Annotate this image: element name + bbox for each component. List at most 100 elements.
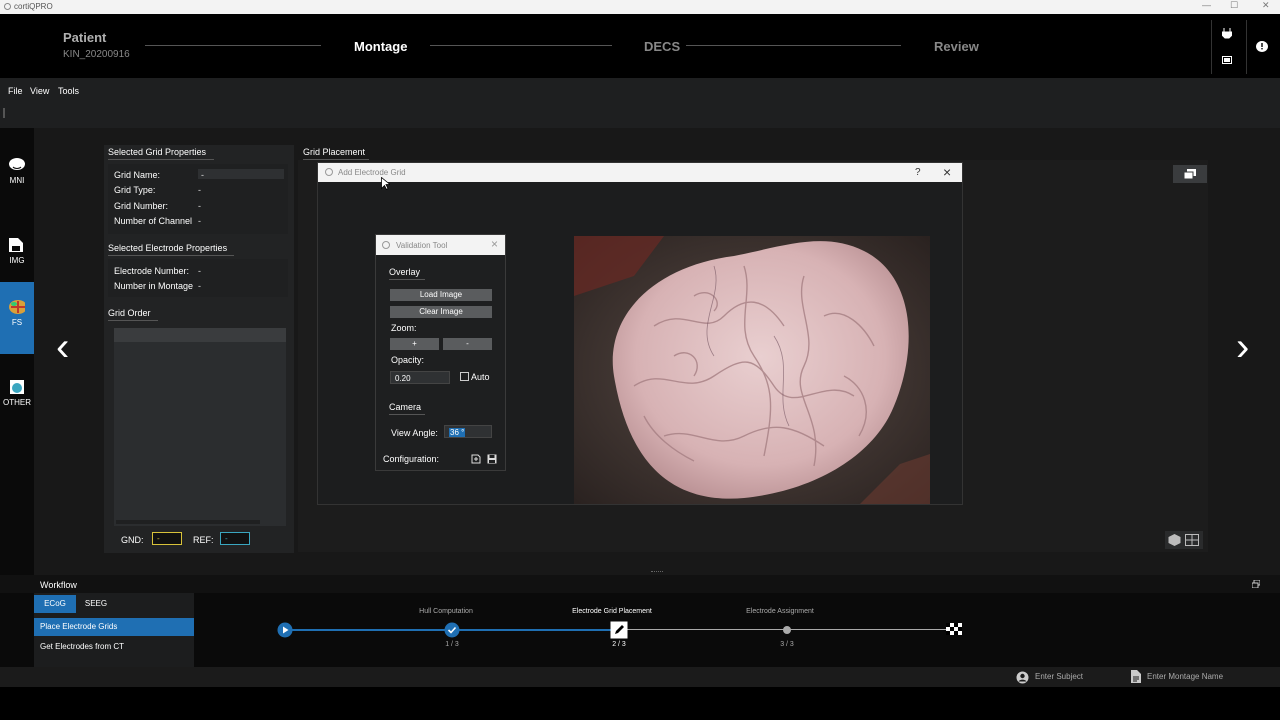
pending-dot-icon[interactable] [782, 625, 792, 635]
dialog-titlebar[interactable]: Add Electrode Grid ? × [318, 163, 962, 182]
grid-order-scrollbar[interactable] [116, 520, 260, 524]
brain-icon [9, 158, 25, 170]
montage-name-input[interactable]: Enter Montage Name [1147, 672, 1257, 681]
view-toggle-buttons [1165, 531, 1203, 549]
step-review[interactable]: Review [934, 39, 979, 54]
validation-tool-panel: Validation Tool × Overlay Load Image Cle… [375, 234, 506, 471]
grid-number-label: Grid Number: [114, 201, 169, 211]
step-connector [430, 45, 612, 46]
header: Patient KIN_20200916 Montage DECS Review [0, 14, 1280, 78]
subject-input[interactable]: Enter Subject [1035, 672, 1120, 681]
nav-other[interactable]: OTHER [0, 362, 34, 434]
nav-fs-label: FS [11, 318, 23, 327]
battery-icon [1222, 56, 1232, 64]
save-config-icon[interactable] [487, 454, 497, 464]
dialog-close-button[interactable]: × [943, 164, 951, 180]
electrode-properties-box [108, 259, 288, 297]
freesurfer-brain-icon [9, 300, 25, 314]
layout-grid-icon[interactable] [1185, 534, 1199, 546]
ref-selector[interactable]: - [220, 532, 250, 545]
chat-icon[interactable] [1255, 40, 1269, 54]
mouse-cursor-icon [381, 177, 390, 190]
workflow-item-electrodes-ct[interactable]: Get Electrodes from CT [34, 638, 194, 656]
check-circle-icon[interactable] [444, 622, 460, 638]
channel-count-label: Number of Channel [114, 216, 193, 226]
opacity-spinbox[interactable]: 0.20 [390, 371, 450, 384]
grid-name-label: Grid Name: [114, 170, 161, 180]
step-montage[interactable]: Montage [354, 39, 407, 54]
next-arrow-icon[interactable]: › [1236, 327, 1249, 367]
windows-icon [1184, 169, 1196, 179]
nav-mni-label: MNI [9, 176, 25, 185]
left-nav: MNI IMG FS OTHER [0, 128, 34, 575]
ref-label: REF: [193, 535, 214, 545]
gnd-selector[interactable]: - [152, 532, 182, 545]
channel-count-value: - [198, 216, 201, 226]
step-decs[interactable]: DECS [644, 39, 680, 54]
play-icon[interactable] [277, 622, 293, 638]
grid-name-value: - [201, 170, 204, 180]
cube-icon[interactable] [1168, 534, 1181, 546]
menu-bar: File View Tools [0, 78, 1280, 128]
finish-flag-icon[interactable] [945, 621, 963, 637]
undock-icon[interactable] [1252, 580, 1260, 588]
restore-view-button[interactable] [1173, 165, 1207, 183]
configuration-label: Configuration: [383, 454, 440, 464]
grid-properties-title: Selected Grid Properties [108, 147, 214, 160]
montage-number-value: - [198, 281, 201, 291]
maximize-button[interactable]: ☐ [1230, 0, 1238, 11]
stage-assignment-step: 3 / 3 [780, 641, 794, 648]
user-icon [1016, 671, 1029, 684]
tab-ecog[interactable]: ECoG [34, 595, 76, 613]
close-window-button[interactable]: ✕ [1262, 0, 1270, 11]
previous-arrow-icon[interactable]: ‹ [56, 327, 69, 367]
toolbar-grip [3, 108, 5, 118]
edit-step-icon[interactable] [610, 621, 628, 639]
grid-type-value: - [198, 185, 201, 195]
electrode-number-value: - [198, 266, 201, 276]
grid-type-label: Grid Type: [114, 185, 156, 195]
menu-view[interactable]: View [30, 86, 49, 96]
tab-seeg[interactable]: SEEG [76, 595, 116, 613]
workflow-item-place-grids[interactable]: Place Electrode Grids [34, 618, 194, 636]
status-bar: Enter Subject Enter Montage Name [0, 667, 1280, 687]
plug-icon[interactable] [1222, 28, 1232, 40]
globe-document-icon [10, 380, 24, 394]
auto-checkbox[interactable] [460, 372, 469, 381]
load-config-icon[interactable] [471, 454, 481, 464]
view-angle-spinbox[interactable]: 36 ° [444, 425, 492, 438]
validation-title: Validation Tool [396, 241, 448, 250]
gnd-label: GND: [121, 535, 144, 545]
grid-order-list[interactable] [114, 328, 286, 526]
grid-order-title: Grid Order [108, 308, 158, 321]
menu-file[interactable]: File [8, 86, 23, 96]
stage-hull-label: Hull Computation [419, 608, 473, 615]
view-angle-label: View Angle: [391, 428, 438, 438]
workflow-title: Workflow [40, 580, 77, 590]
load-image-button[interactable]: Load Image [390, 289, 492, 301]
minimize-button[interactable]: — [1202, 0, 1211, 10]
window-title: cortiQPRO [14, 2, 53, 11]
validation-close-button[interactable]: × [491, 237, 498, 251]
opacity-label: Opacity: [391, 355, 425, 365]
nav-mni[interactable]: MNI [0, 140, 34, 212]
zoom-in-button[interactable]: + [390, 338, 439, 350]
nav-img-label: IMG [9, 256, 25, 265]
auto-label: Auto [471, 372, 490, 382]
nav-other-label: OTHER [3, 398, 31, 407]
brain-overlay-image [574, 236, 930, 504]
validation-titlebar[interactable]: Validation Tool × [376, 235, 505, 255]
menu-tools[interactable]: Tools [58, 86, 79, 96]
workflow-header: Workflow [0, 575, 1280, 593]
grid-number-value: - [198, 201, 201, 211]
bottom-black-area [0, 687, 1280, 720]
header-divider [1211, 20, 1212, 74]
grid-name-field[interactable] [198, 169, 284, 179]
step-connector [686, 45, 901, 46]
clear-image-button[interactable]: Clear Image [390, 306, 492, 318]
dialog-help-button[interactable]: ? [915, 167, 921, 178]
nav-fs[interactable]: FS [0, 282, 34, 354]
patient-id: KIN_20200916 [63, 49, 130, 60]
splitter-handle[interactable] [651, 571, 663, 573]
zoom-out-button[interactable]: - [443, 338, 492, 350]
